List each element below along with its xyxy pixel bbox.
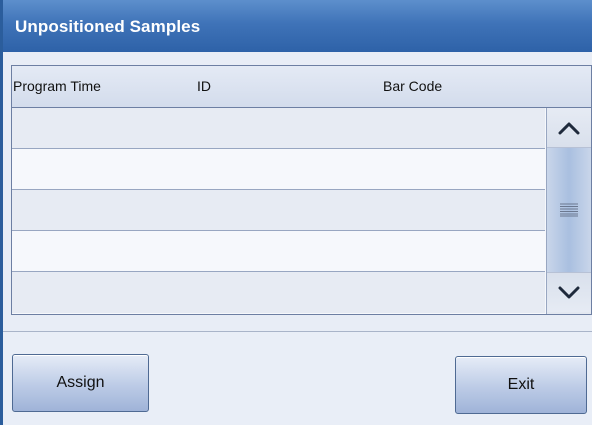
table-row[interactable]: [12, 149, 545, 190]
vertical-scrollbar[interactable]: [546, 108, 591, 314]
dialog-title: Unpositioned Samples: [15, 17, 201, 36]
assign-button[interactable]: Assign: [12, 354, 149, 412]
table-header: Program Time ID Bar Code: [12, 66, 591, 108]
table-row[interactable]: [12, 190, 545, 231]
table-body: [12, 108, 545, 313]
column-header-program-time[interactable]: Program Time: [13, 78, 101, 94]
table-row[interactable]: [12, 108, 545, 149]
samples-table: Program Time ID Bar Code: [11, 65, 592, 315]
chevron-down-icon: [558, 286, 580, 298]
scroll-down-button[interactable]: [547, 272, 591, 312]
scroll-up-button[interactable]: [547, 108, 591, 148]
scroll-thumb[interactable]: [547, 148, 591, 272]
chevron-up-icon: [558, 122, 580, 134]
table-row[interactable]: [12, 272, 545, 313]
column-header-id[interactable]: ID: [197, 78, 211, 94]
title-bar: Unpositioned Samples: [3, 0, 592, 52]
unpositioned-samples-dialog: Unpositioned Samples Program Time ID Bar…: [0, 0, 592, 425]
grip-lines-icon: [560, 203, 578, 217]
exit-button[interactable]: Exit: [455, 356, 587, 414]
column-header-bar-code[interactable]: Bar Code: [383, 78, 442, 94]
table-row[interactable]: [12, 231, 545, 272]
